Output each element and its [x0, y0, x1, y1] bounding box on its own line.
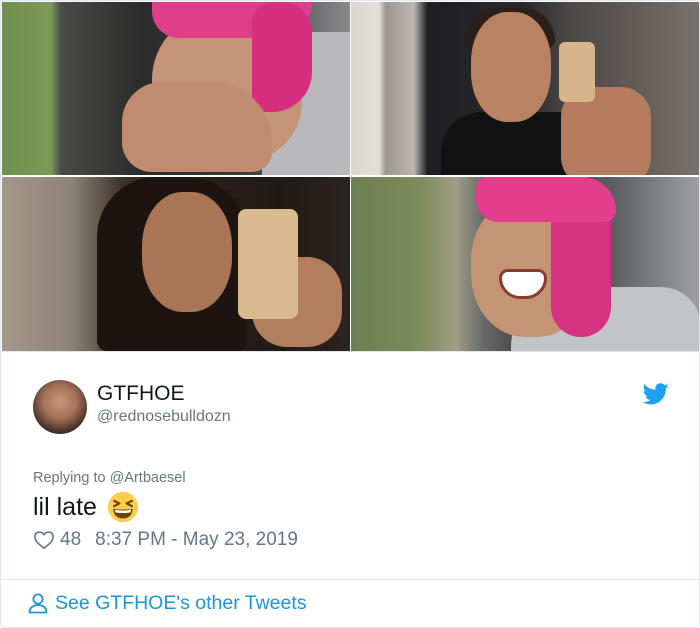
tweet-photo-4[interactable]	[351, 177, 699, 351]
tweet-photo-1[interactable]	[2, 2, 350, 175]
avatar[interactable]	[33, 380, 87, 434]
reply-to-link[interactable]: @Artbaesel	[110, 470, 186, 486]
see-other-tweets-label[interactable]: See GTFHOE's other Tweets	[55, 592, 307, 615]
person-icon	[28, 593, 48, 614]
tweet-card: GTFHOE @rednosebulldozn Replying to @Art…	[0, 0, 700, 628]
reply-context: Replying to @Artbaesel	[33, 470, 186, 486]
grinning-squinting-face-emoji-icon	[107, 491, 139, 523]
tweet-text: lil late	[33, 491, 139, 523]
tweet-meta: 48 8:37 PM - May 23, 2019	[33, 529, 298, 551]
tweet-text-content: lil late	[33, 492, 97, 521]
divider	[1, 351, 699, 352]
twitter-bird-icon[interactable]	[643, 383, 669, 405]
tweet-timestamp[interactable]: 8:37 PM - May 23, 2019	[95, 529, 298, 551]
tweet-photo-3[interactable]	[2, 177, 350, 351]
author-display-name[interactable]: GTFHOE	[97, 382, 185, 406]
divider	[1, 579, 699, 580]
see-other-tweets-link[interactable]: See GTFHOE's other Tweets	[26, 591, 307, 615]
tweet-photo-2[interactable]	[351, 2, 699, 175]
photo-grid	[2, 2, 699, 351]
author-handle[interactable]: @rednosebulldozn	[97, 408, 231, 426]
like-count[interactable]: 48	[60, 529, 81, 551]
reply-prefix: Replying to	[33, 470, 106, 486]
heart-icon[interactable]	[33, 529, 55, 551]
